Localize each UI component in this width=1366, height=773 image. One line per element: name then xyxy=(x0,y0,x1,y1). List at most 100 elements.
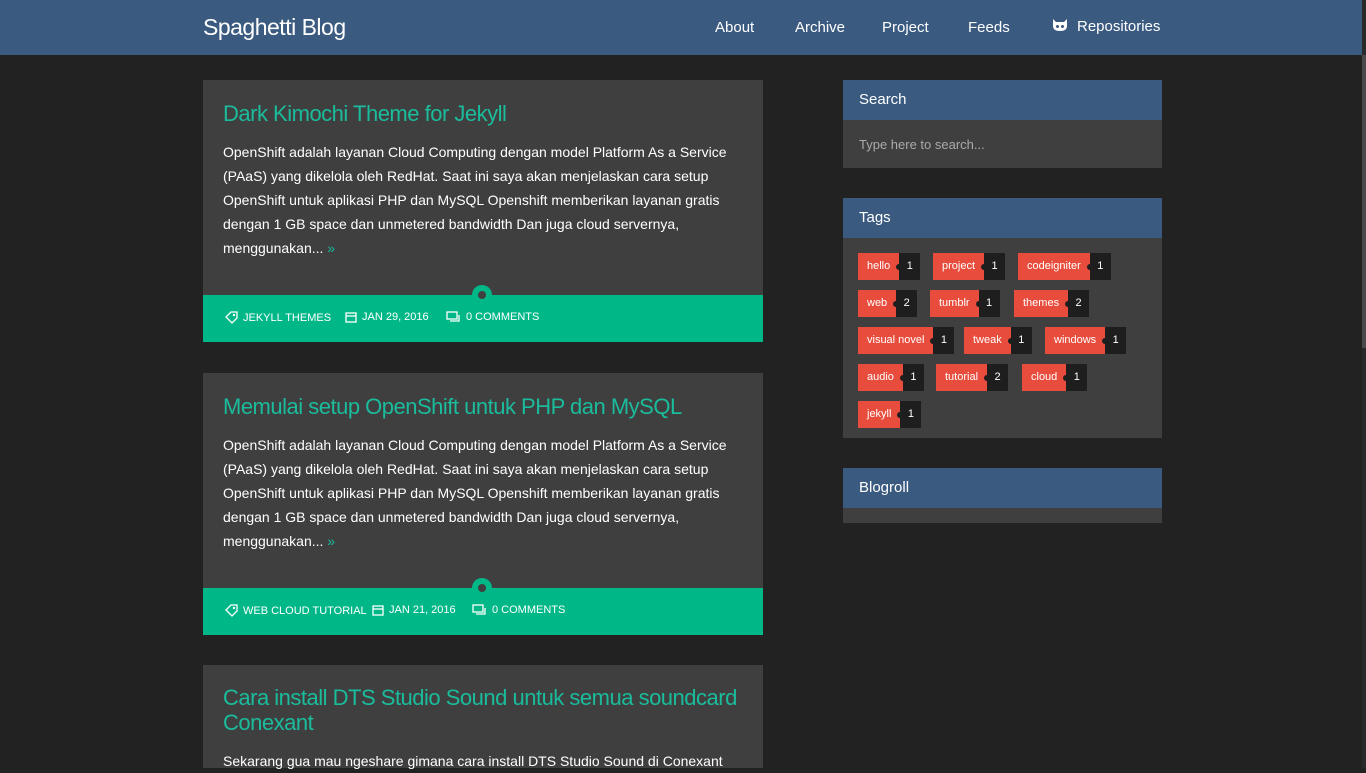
excerpt-line: OpenShift adalah layanan Cloud Computing… xyxy=(223,437,727,453)
post-category[interactable]: JEKYLL THEMES xyxy=(225,311,331,324)
post-title[interactable]: Cara install DTS Studio Sound untuk semu… xyxy=(223,685,737,735)
post-category[interactable]: WEB CLOUD TUTORIAL xyxy=(225,604,367,617)
github-icon xyxy=(1051,17,1069,37)
tag-tweak[interactable]: tweak 1 xyxy=(964,327,1032,354)
nav-about[interactable]: About xyxy=(715,19,754,36)
tag-count: 1 xyxy=(899,364,924,391)
meta-dot-icon xyxy=(472,578,492,598)
calendar-icon xyxy=(345,312,357,323)
search-input[interactable] xyxy=(843,120,1162,168)
post-title-line: Cara install DTS Studio Sound untuk semu… xyxy=(223,685,737,710)
post-title[interactable]: Dark Kimochi Theme for Jekyll xyxy=(223,101,507,126)
tags-widget: Tags hello 1 project 1 codeigniter 1 web 2 t… xyxy=(843,198,1162,438)
tag-count: 2 xyxy=(1065,290,1090,317)
tag-tutorial[interactable]: tutorial 2 xyxy=(936,364,1009,391)
tag-audio[interactable]: audio 1 xyxy=(858,364,924,391)
tag-count: 2 xyxy=(893,290,918,317)
post-category-label: WEB CLOUD TUTORIAL xyxy=(243,604,367,617)
tag-count: 1 xyxy=(1086,253,1111,280)
tag-project[interactable]: project 1 xyxy=(933,253,1006,280)
post-excerpt: Sekarang gua mau ngeshare gimana cara in… xyxy=(223,749,733,773)
tag-icon xyxy=(225,311,238,324)
tag-count: 2 xyxy=(984,364,1009,391)
tag-visual-novel[interactable]: visual novel 1 xyxy=(858,327,955,354)
tag-jekyll[interactable]: jekyll 1 xyxy=(858,401,922,428)
post-comments[interactable]: 0 COMMENTS xyxy=(446,311,539,323)
tag-label: visual novel xyxy=(858,327,934,354)
post-date-label: JAN 21, 2016 xyxy=(389,604,456,616)
blogroll-widget: Blogroll xyxy=(843,468,1162,523)
tag-label: themes xyxy=(1014,290,1069,317)
post-excerpt: OpenShift adalah layanan Cloud Computing… xyxy=(223,433,733,553)
nav-project[interactable]: Project xyxy=(882,19,929,36)
excerpt-line: (PAaS) yang dikelola oleh RedHat. Saat i… xyxy=(223,168,709,184)
nav-archive[interactable]: Archive xyxy=(795,19,845,36)
post-meta-bar: JEKYLL THEMES JAN 29, 2016 0 COMMENTS xyxy=(203,285,763,342)
tag-count: 1 xyxy=(896,253,921,280)
tag-count: 1 xyxy=(981,253,1006,280)
tag-label: hello xyxy=(858,253,900,280)
site-brand[interactable]: Spaghetti Blog xyxy=(203,14,346,41)
tag-icon xyxy=(225,604,238,617)
tag-label: tweak xyxy=(964,327,1011,354)
post-card: Memulai setup OpenShift untuk PHP dan My… xyxy=(203,373,763,635)
tags-widget-title: Tags xyxy=(843,198,1162,238)
post-date-label: JAN 29, 2016 xyxy=(362,311,429,323)
nav-repositories[interactable]: Repositories xyxy=(1051,17,1160,37)
excerpt-line: OpenShift adalah layanan Cloud Computing… xyxy=(223,144,727,160)
tag-label: tumblr xyxy=(930,290,979,317)
post-comments-label: 0 COMMENTS xyxy=(466,311,540,323)
excerpt-line: menggunakan... » xyxy=(223,236,733,260)
tag-hello[interactable]: hello 1 xyxy=(858,253,921,280)
post-excerpt: OpenShift adalah layanan Cloud Computing… xyxy=(223,140,733,260)
tag-label: cloud xyxy=(1022,364,1067,391)
tag-label: codeigniter xyxy=(1018,253,1090,280)
tag-tumblr[interactable]: tumblr 1 xyxy=(930,290,1000,317)
comments-icon xyxy=(472,604,486,615)
excerpt-line-text: menggunakan... xyxy=(223,533,324,549)
post-comments-label: 0 COMMENTS xyxy=(492,604,566,616)
post-meta-bar: WEB CLOUD TUTORIAL JAN 21, 2016 0 COMMEN… xyxy=(203,578,763,635)
tag-label: tutorial xyxy=(936,364,988,391)
excerpt-line: OpenShift untuk aplikasi PHP dan MySQL O… xyxy=(223,485,720,501)
tag-web[interactable]: web 2 xyxy=(858,290,918,317)
excerpt-line: menggunakan... » xyxy=(223,529,733,553)
excerpt-line: OpenShift untuk aplikasi PHP dan MySQL O… xyxy=(223,192,720,208)
post-category-label: JEKYLL THEMES xyxy=(243,311,332,324)
post-title[interactable]: Memulai setup OpenShift untuk PHP dan My… xyxy=(223,394,682,419)
excerpt-line: Sekarang gua mau ngeshare gimana cara in… xyxy=(223,753,723,769)
tag-label: jekyll xyxy=(858,401,901,428)
post-date: JAN 21, 2016 xyxy=(372,604,456,616)
nav-feeds[interactable]: Feeds xyxy=(968,19,1010,36)
post-title-line: Conexant xyxy=(223,710,314,735)
tag-count: 1 xyxy=(930,327,955,354)
search-widget: Search xyxy=(843,80,1162,168)
read-more-link[interactable]: » xyxy=(327,240,335,256)
scrollbar-thumb[interactable] xyxy=(1362,55,1366,348)
top-navbar: Spaghetti Blog About Archive Project Fee… xyxy=(0,0,1366,55)
tag-count: 1 xyxy=(1063,364,1088,391)
tag-codeigniter[interactable]: codeigniter 1 xyxy=(1018,253,1111,280)
tag-count: 1 xyxy=(897,401,922,428)
blogroll-widget-title: Blogroll xyxy=(843,468,1162,508)
tag-label: audio xyxy=(858,364,903,391)
read-more-link[interactable]: » xyxy=(327,533,335,549)
tag-cloud[interactable]: cloud 1 xyxy=(1022,364,1088,391)
excerpt-line: (PAaS) yang dikelola oleh RedHat. Saat i… xyxy=(223,461,709,477)
calendar-icon xyxy=(372,605,384,616)
post-card: Cara install DTS Studio Sound untuk semu… xyxy=(203,665,763,769)
excerpt-line-text: menggunakan... xyxy=(223,240,324,256)
excerpt-line: dengan 1 GB space dan unmetered bandwidt… xyxy=(223,216,680,232)
search-widget-title: Search xyxy=(843,80,1162,120)
post-card: Dark Kimochi Theme for Jekyll OpenShift … xyxy=(203,80,763,342)
tag-label: windows xyxy=(1045,327,1106,354)
excerpt-line: dengan 1 GB space dan unmetered bandwidt… xyxy=(223,509,680,525)
tag-themes[interactable]: themes 2 xyxy=(1014,290,1090,317)
tag-label: project xyxy=(933,253,985,280)
nav-repositories-label: Repositories xyxy=(1077,17,1161,35)
tag-windows[interactable]: windows 1 xyxy=(1045,327,1127,354)
tag-count: 1 xyxy=(1102,327,1127,354)
comments-icon xyxy=(446,311,460,322)
tag-count: 1 xyxy=(975,290,1000,317)
post-comments[interactable]: 0 COMMENTS xyxy=(472,604,565,616)
